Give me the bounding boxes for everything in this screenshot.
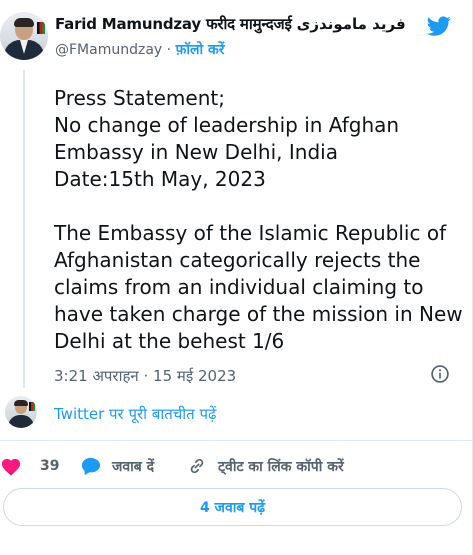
link-icon	[190, 458, 204, 474]
copy-link-button[interactable]: ट्वीट का लिंक कॉपी करें	[186, 452, 344, 480]
like-count: 39	[40, 458, 60, 474]
reply-bubble-icon	[81, 457, 101, 476]
info-icon[interactable]	[430, 364, 450, 384]
tweet-timestamp[interactable]: 3:21 अपराहन · 15 मई 2023	[54, 366, 236, 386]
author-display-name[interactable]: Farid Mamundzay फरीद मामुन्दजई فرید مامو…	[55, 14, 406, 34]
embedded-tweet-card: Farid Mamundzay फरीद मामुन्दजई فرید مامو…	[0, 0, 473, 555]
reply-label: जवाब दें	[112, 458, 155, 475]
tweet-text: Press Statement; No change of leadership…	[54, 86, 463, 353]
reply-button[interactable]: जवाब दें	[80, 452, 154, 480]
author-handle-row: @FMamundzay · फ़ॉलो करें	[55, 40, 224, 59]
separator-dot: ·	[166, 42, 172, 58]
follow-link[interactable]: फ़ॉलो करें	[176, 42, 225, 58]
copy-link-label: ट्वीट का लिंक कॉपी करें	[218, 458, 344, 475]
author-avatar-small[interactable]	[5, 396, 37, 428]
like-button[interactable]: 39	[0, 452, 59, 480]
heart-icon	[1, 458, 21, 476]
twitter-bird-icon[interactable]	[425, 14, 453, 38]
read-conversation-link[interactable]: Twitter पर पूरी बातचीत पढ़ें	[54, 404, 216, 424]
author-handle[interactable]: @FMamundzay	[55, 42, 162, 58]
divider	[0, 440, 473, 441]
author-avatar[interactable]	[0, 12, 48, 60]
read-replies-button[interactable]: 4 जवाब पढ़ें	[3, 488, 462, 526]
thread-line	[23, 70, 25, 388]
tweet-actions: 39 जवाब दें ट्वीट का लिंक कॉपी करें	[0, 452, 473, 480]
